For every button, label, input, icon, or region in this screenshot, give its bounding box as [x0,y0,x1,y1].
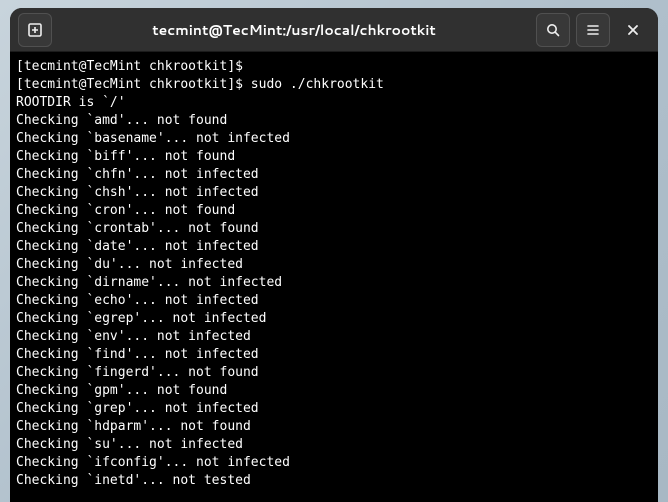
titlebar: tecmint@TecMint:/usr/local/chkrootkit [10,8,658,52]
terminal-line: Checking `inetd'... not tested [16,472,652,490]
terminal-window: tecmint@TecMint:/usr/local/chkrootkit [10,8,658,502]
terminal-line: [tecmint@TecMint chkrootkit]$ sudo ./chk… [16,76,652,94]
terminal-line: Checking `echo'... not infected [16,292,652,310]
titlebar-right [536,13,650,47]
close-button[interactable] [616,13,650,47]
terminal-line: [tecmint@TecMint chkrootkit]$ [16,58,652,76]
terminal-line: Checking `su'... not infected [16,436,652,454]
terminal-line: Checking `basename'... not infected [16,130,652,148]
terminal-output: [tecmint@TecMint chkrootkit]$[tecmint@Te… [16,58,652,490]
hamburger-icon [585,22,601,38]
terminal-line: Checking `amd'... not found [16,112,652,130]
new-tab-button[interactable] [18,13,52,47]
terminal-line: Checking `du'... not infected [16,256,652,274]
terminal-line: Checking `hdparm'... not found [16,418,652,436]
search-icon [545,22,561,38]
terminal-line: Checking `fingerd'... not found [16,364,652,382]
terminal-line: Checking `cron'... not found [16,202,652,220]
terminal-line: Checking `ifconfig'... not infected [16,454,652,472]
terminal-line: Checking `date'... not infected [16,238,652,256]
terminal-line: Checking `dirname'... not infected [16,274,652,292]
window-title: tecmint@TecMint:/usr/local/chkrootkit [60,20,528,40]
menu-button[interactable] [576,13,610,47]
close-icon [626,23,640,37]
terminal-line: Checking `chsh'... not infected [16,184,652,202]
terminal-body[interactable]: [tecmint@TecMint chkrootkit]$[tecmint@Te… [10,52,658,502]
terminal-line: Checking `grep'... not infected [16,400,652,418]
search-button[interactable] [536,13,570,47]
terminal-line: Checking `find'... not infected [16,346,652,364]
terminal-line: Checking `biff'... not found [16,148,652,166]
terminal-line: Checking `chfn'... not infected [16,166,652,184]
terminal-line: Checking `gpm'... not found [16,382,652,400]
terminal-line: ROOTDIR is `/' [16,94,652,112]
terminal-line: Checking `egrep'... not infected [16,310,652,328]
plus-icon [27,22,43,38]
terminal-line: Checking `env'... not infected [16,328,652,346]
terminal-line: Checking `crontab'... not found [16,220,652,238]
